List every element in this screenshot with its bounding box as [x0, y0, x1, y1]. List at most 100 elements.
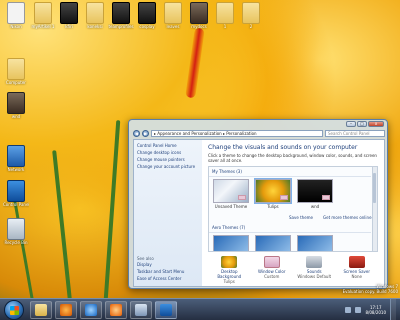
taskbar-internet-explorer[interactable] [80, 300, 102, 319]
control-panel-home-link[interactable]: Control Panel Home [137, 143, 199, 148]
windows-watermark: Windows 7 Evaluation copy. Build 7600 [343, 284, 398, 294]
close-button[interactable]: x [368, 121, 384, 127]
speaker-icon [306, 256, 323, 268]
scrollbar-thumb[interactable] [373, 173, 376, 203]
theme-thumbnail [213, 179, 249, 203]
taskbar-app[interactable] [130, 300, 152, 319]
clock-date: 8/08/2010 [365, 309, 386, 315]
theme-name: Unsaved Theme [214, 204, 248, 209]
theme-aero-1[interactable] [212, 235, 250, 251]
maximize-button[interactable]: □ [357, 121, 367, 127]
tulip-stem [13, 200, 34, 298]
theme-wnd[interactable]: wnd [296, 179, 334, 209]
my-themes-row: Unsaved Theme Tulips wnd [209, 178, 377, 209]
see-also-heading: See also [137, 256, 154, 261]
folder-icon [216, 2, 234, 24]
my-themes-group-label: My Themes (3) [209, 167, 371, 177]
control-panel-icon [7, 180, 25, 202]
red-striped-tulip [185, 27, 205, 99]
taskbar-media-player[interactable] [55, 300, 77, 319]
change-account-picture-link[interactable]: Change your account picture [137, 164, 199, 169]
folder-icon [34, 2, 52, 24]
photo-icon [7, 92, 25, 114]
desktop-icon-2[interactable]: 2 [238, 2, 264, 30]
folder-icon [138, 2, 156, 24]
aero-themes-row [209, 235, 377, 251]
taskbar-explorer[interactable] [30, 300, 52, 319]
desktop-icon-wnd[interactable]: wnd [3, 92, 29, 120]
desktop-icon-myartikel[interactable]: myArtikel 1 [30, 2, 56, 30]
folder-icon [164, 2, 182, 24]
window-color-icon [263, 256, 280, 268]
desktop-icon-computer[interactable]: Computer [3, 58, 29, 86]
recycle-bin-icon [7, 218, 25, 240]
page-title: Change the visuals and sounds on your co… [208, 144, 358, 151]
taskbar: 17:17 8/08/2010 [0, 298, 400, 320]
personalization-options: Desktop Background Tulips Window Color C… [208, 256, 378, 284]
change-mouse-pointers-link[interactable]: Change mouse pointers [137, 157, 199, 162]
minimize-button[interactable]: – [346, 121, 356, 127]
theme-thumbnail [255, 235, 291, 251]
theme-thumbnail [213, 235, 249, 251]
folder-icon [242, 2, 260, 24]
clock[interactable]: 17:17 8/08/2010 [365, 305, 386, 315]
desktop-icon-network[interactable]: Network [3, 145, 29, 173]
desktop-icon-1[interactable]: 1 [212, 2, 238, 30]
desktop-icon-koneksi[interactable]: koneksi [82, 2, 108, 30]
theme-thumbnail [297, 179, 333, 203]
sounds-option[interactable]: Sounds Windows Default [294, 256, 334, 284]
theme-aero-3[interactable] [296, 235, 334, 251]
ease-of-access-link[interactable]: Ease of Access Center [137, 276, 199, 281]
screen-saver-icon [348, 256, 365, 268]
desktop-icon-recycle-bin[interactable]: Recycle Bin [3, 218, 29, 246]
search-input[interactable]: Search Control Panel [325, 129, 385, 137]
display-link[interactable]: Display [137, 262, 199, 267]
back-button[interactable]: ◀ [133, 129, 140, 137]
personalization-window[interactable]: – □ x ◀ ▶ ▸ Appearance and Personalizati… [128, 119, 388, 289]
tulip-stem [103, 120, 121, 298]
breadcrumb[interactable]: ▸ Appearance and Personalization ▸ Perso… [151, 129, 323, 137]
theme-tulips[interactable]: Tulips [254, 178, 292, 209]
folder-icon [35, 303, 47, 316]
theme-unsaved[interactable]: Unsaved Theme [212, 179, 250, 209]
desktop-icon-control-panel[interactable]: Control Panel [3, 180, 29, 208]
taskbar-app[interactable] [105, 300, 127, 319]
volume-icon[interactable] [355, 306, 362, 313]
theme-thumbnail [297, 235, 333, 251]
tulip-stem [52, 150, 72, 298]
window-content: Control Panel Home Change desktop icons … [133, 139, 385, 287]
change-desktop-icons-link[interactable]: Change desktop icons [137, 150, 199, 155]
desktop-icon-cosplay[interactable]: cosplay [134, 2, 160, 30]
desktop-icon-nikon[interactable]: Nikon [3, 2, 29, 30]
theme-name: wnd [310, 204, 320, 209]
desktop-icon-leaves[interactable]: leaves [160, 2, 186, 30]
left-pane: Control Panel Home Change desktop icons … [134, 140, 202, 286]
desktop-background-option[interactable]: Desktop Background Tulips [209, 256, 249, 284]
see-also-section: See also Display Taskbar and Start Menu … [137, 252, 199, 283]
control-panel-icon [160, 303, 172, 316]
network-icon[interactable] [345, 306, 352, 313]
main-pane: Change the visuals and sounds on your co… [202, 140, 384, 286]
desktop-icon-teamprofiles[interactable]: teamprofiles [108, 2, 134, 30]
desktop-icon-mydocs[interactable]: mydocs [186, 2, 212, 30]
folder-icon [86, 2, 104, 24]
forward-button[interactable]: ▶ [142, 129, 149, 137]
taskbar-control-panel[interactable] [155, 300, 177, 319]
aero-themes-group-label: Aero Themes (7) [209, 223, 371, 233]
themes-scrollbar[interactable] [372, 167, 377, 251]
window-controls: – □ x [346, 121, 384, 127]
screen-saver-option[interactable]: Screen Saver None [337, 256, 377, 284]
color-swatch [322, 195, 330, 200]
show-desktop-button[interactable] [390, 298, 396, 320]
taskbar-start-menu-link[interactable]: Taskbar and Start Menu [137, 269, 199, 274]
get-more-themes-link[interactable]: Get more themes online [323, 215, 372, 220]
windows-logo-icon [10, 305, 19, 315]
save-theme-link[interactable]: Save theme [289, 215, 313, 220]
desktop-icon-kfiri[interactable]: kfiri [56, 2, 82, 30]
window-color-option[interactable]: Window Color Custom [252, 256, 292, 284]
theme-name: Tulips [267, 204, 279, 209]
folder-icon [60, 2, 78, 24]
taskbar-items [30, 300, 177, 319]
start-button[interactable] [4, 299, 24, 320]
theme-aero-2[interactable] [254, 235, 292, 251]
